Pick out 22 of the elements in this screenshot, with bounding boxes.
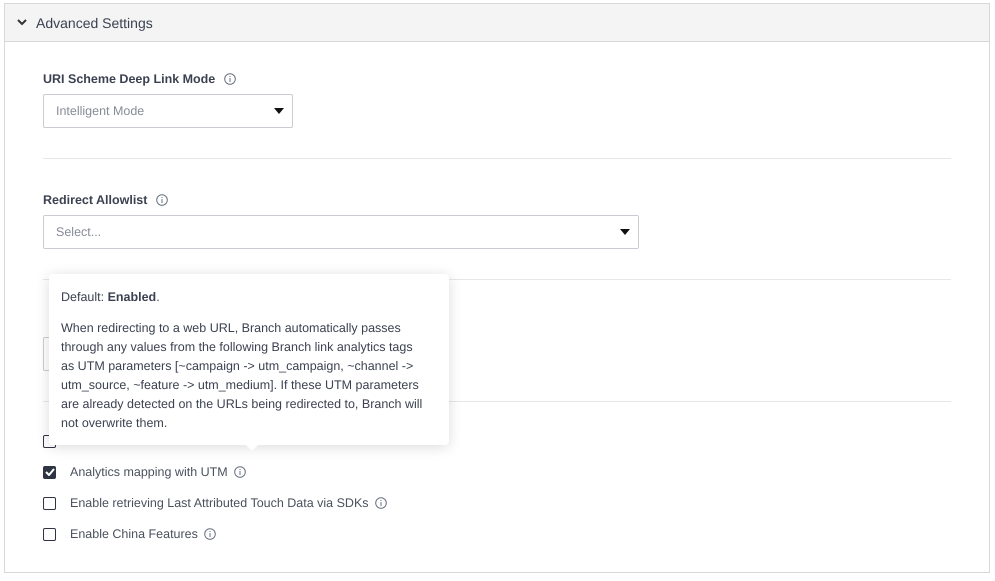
chevron-icon xyxy=(17,19,27,26)
field-label: Redirect Allowlist xyxy=(43,193,148,207)
dropdown[interactable]: Intelligent Mode xyxy=(43,94,293,128)
tooltip-text: Default: Enabled. xyxy=(61,289,161,306)
dropdown[interactable]: Select... xyxy=(43,215,639,249)
caret-icon xyxy=(274,108,284,114)
info-icon[interactable] xyxy=(234,466,246,478)
caret-icon xyxy=(620,229,630,235)
checkbox[interactable] xyxy=(43,466,56,478)
info-icon[interactable] xyxy=(224,73,236,85)
info-icon[interactable] xyxy=(204,528,216,540)
checkbox[interactable] xyxy=(43,528,56,540)
checkbox[interactable] xyxy=(43,496,56,510)
info-icon[interactable] xyxy=(156,194,168,206)
tooltip-text: When redirecting to a web URL, Branch automatically passes through any values from the following Branch link analytics tags as UTM parameters [~campaign -> utm_campaign, ~channel -> utm_source, ~feature -> utm_medium]. If these UTM parameters are already detected on the URLs being redirected to, Branch will not overwrite them. xyxy=(61,320,424,432)
field-label: URI Scheme Deep Link Mode xyxy=(43,72,216,86)
section-header[interactable]: Advanced Settings xyxy=(5,4,989,42)
info-icon[interactable] xyxy=(374,497,387,509)
section-title: Advanced Settings xyxy=(36,14,153,30)
checkbox-label: Enable retrieving Last Attributed Touch Data via SDKs xyxy=(70,496,369,510)
checkbox-label: Analytics mapping with UTM xyxy=(70,465,228,479)
checkbox-label: Enable China Features xyxy=(70,527,198,541)
